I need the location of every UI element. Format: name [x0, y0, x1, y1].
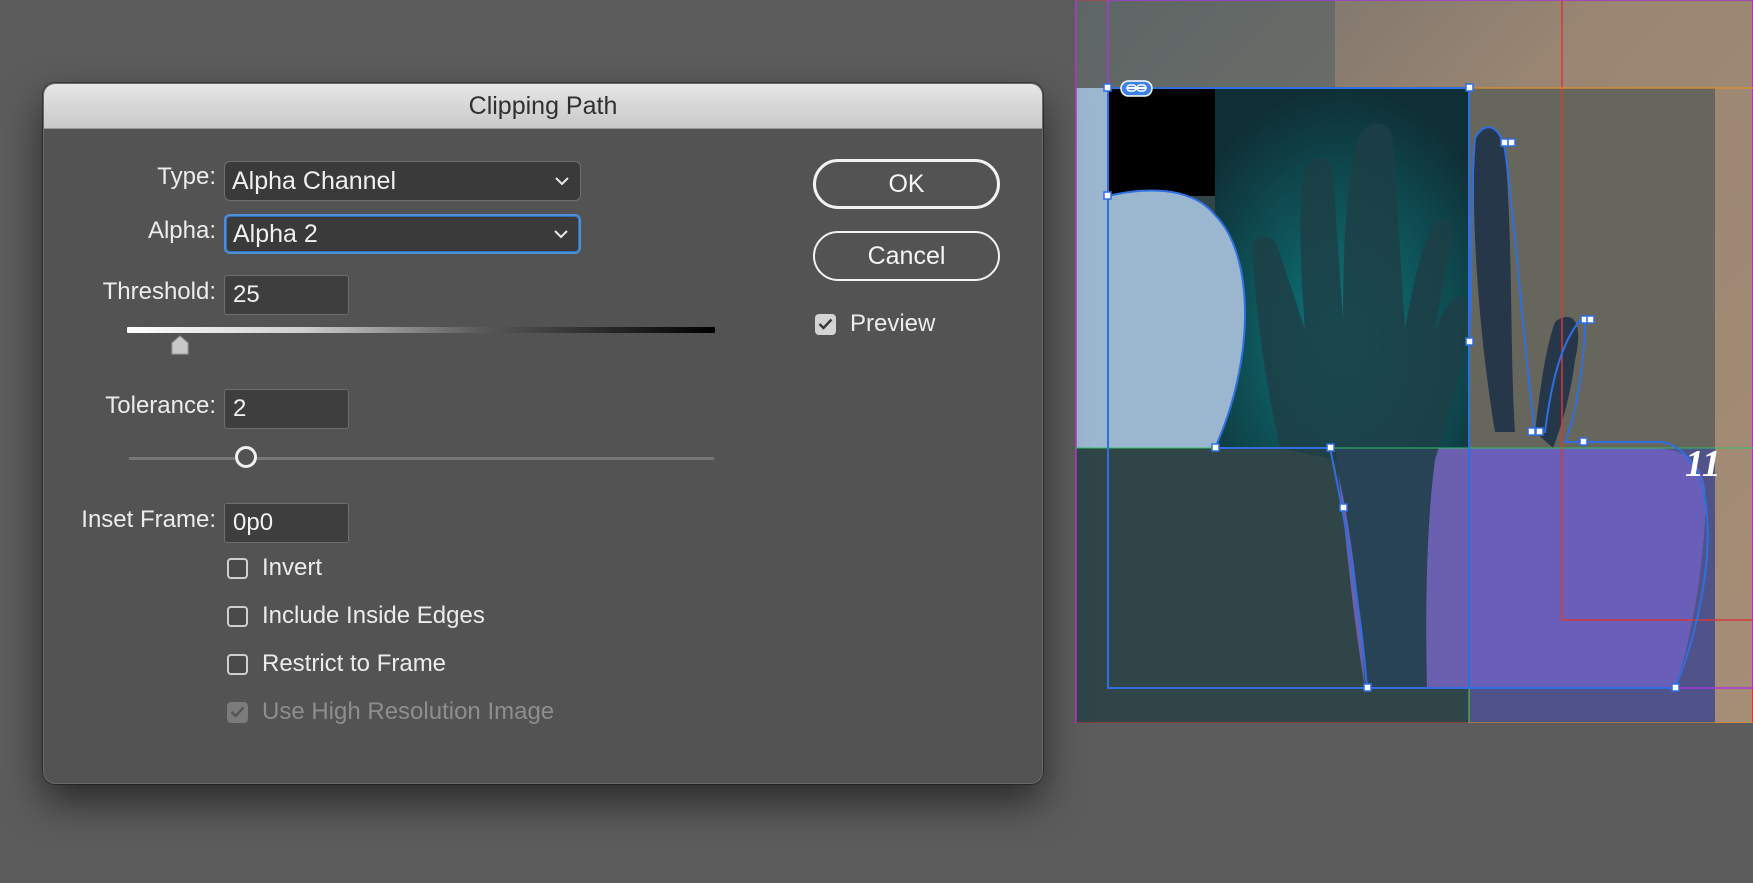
invert-label: Invert [262, 554, 323, 581]
type-select[interactable]: Alpha Channel [224, 161, 581, 201]
alpha-select-value: Alpha 2 [233, 219, 318, 248]
threshold-label: Threshold: [102, 278, 216, 305]
chevron-down-icon [554, 230, 568, 239]
tolerance-label: Tolerance: [105, 392, 216, 419]
chevron-down-icon [555, 177, 569, 186]
tolerance-slider-track[interactable] [129, 457, 714, 460]
image-frame[interactable]: 11 [1075, 0, 1753, 723]
page-number-text: 11 [1685, 443, 1721, 485]
clipping-path-dialog: Clipping Path Type: Alpha Channel Alpha:… [43, 83, 1043, 784]
threshold-slider-track[interactable] [127, 327, 715, 333]
threshold-field[interactable]: 25 [224, 275, 349, 315]
use-high-resolution-label: Use High Resolution Image [262, 698, 555, 725]
type-select-value: Alpha Channel [232, 166, 397, 195]
use-high-resolution-checkbox [227, 701, 248, 723]
tolerance-slider-thumb[interactable] [235, 446, 257, 468]
dialog-title: Clipping Path [468, 91, 618, 120]
checkmark-icon [818, 318, 833, 330]
preview-checkbox[interactable] [815, 313, 836, 335]
dialog-titlebar[interactable]: Clipping Path [44, 84, 1042, 129]
preview-label: Preview [850, 310, 936, 337]
ok-button[interactable]: OK [813, 159, 1000, 209]
include-inside-edges-label: Include Inside Edges [262, 602, 485, 629]
inset-frame-label: Inset Frame: [81, 506, 216, 533]
invert-option[interactable]: Invert [227, 554, 322, 582]
type-label: Type: [157, 163, 216, 190]
include-inside-edges-option[interactable]: Include Inside Edges [227, 602, 485, 630]
threshold-slider-thumb[interactable] [171, 335, 189, 355]
preview-option[interactable]: Preview [815, 310, 935, 338]
tolerance-field[interactable]: 2 [224, 389, 349, 429]
restrict-to-frame-option[interactable]: Restrict to Frame [227, 650, 446, 678]
alpha-select[interactable]: Alpha 2 [224, 214, 581, 254]
alpha-label: Alpha: [147, 217, 216, 244]
invert-checkbox[interactable] [227, 557, 248, 579]
document-canvas[interactable]: 11 [1075, 0, 1753, 723]
checkmark-icon [230, 706, 245, 718]
use-high-resolution-option: Use High Resolution Image [227, 698, 554, 726]
restrict-to-frame-checkbox[interactable] [227, 653, 248, 675]
inset-frame-field[interactable]: 0p0 [224, 503, 349, 543]
restrict-to-frame-label: Restrict to Frame [262, 650, 447, 677]
cancel-button[interactable]: Cancel [813, 231, 1000, 281]
link-icon[interactable] [1120, 80, 1153, 97]
include-inside-edges-checkbox[interactable] [227, 605, 248, 627]
